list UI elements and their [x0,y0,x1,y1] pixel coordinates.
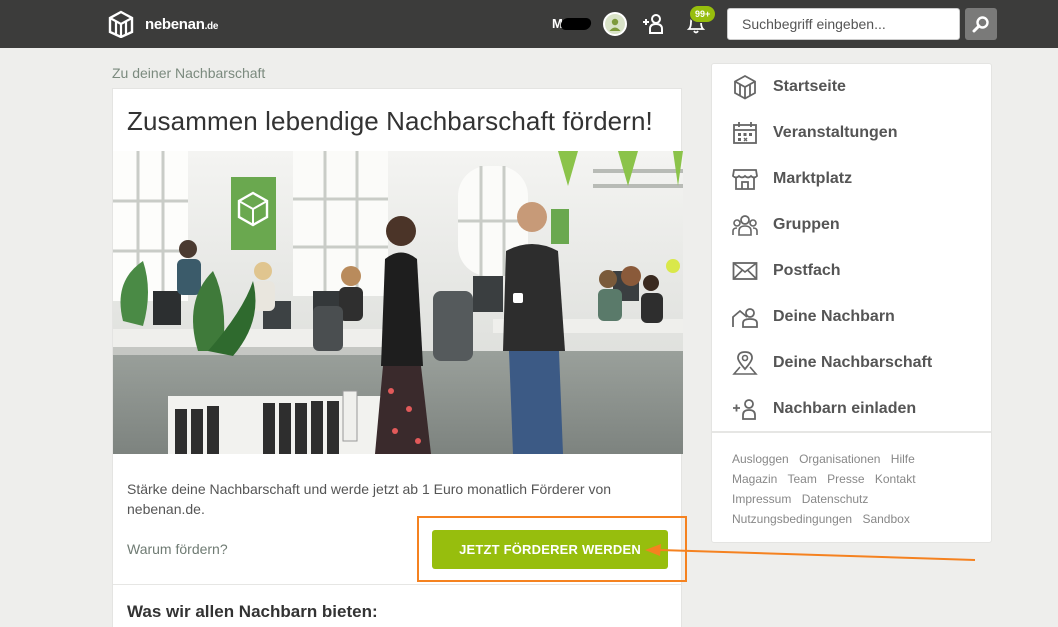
user-name[interactable]: M [552,16,592,31]
page-title: Zusammen lebendige Nachbarschaft fördern… [127,106,653,136]
invite-user-icon [732,396,758,422]
sidebar-divider [712,431,991,433]
notification-badge: 99+ [689,5,717,23]
why-support-link[interactable]: Warum fördern? [127,541,228,557]
footer-link-presse[interactable]: Presse [827,472,864,486]
sidebar-item-startseite[interactable]: Startseite [712,64,991,110]
sidebar-item-marktplatz[interactable]: Marktplatz [712,156,991,202]
sidebar-item-nachbarn-einladen[interactable]: Nachbarn einladen [712,386,991,432]
footer-link-organisationen[interactable]: Organisationen [799,452,880,466]
footer-link-kontakt[interactable]: Kontakt [875,472,916,486]
sidebar-item-label: Startseite [773,78,846,95]
sidebar-item-label: Deine Nachbarschaft [773,354,933,371]
footer-link-sandbox[interactable]: Sandbox [862,512,909,526]
sidebar-item-veranstaltungen[interactable]: Veranstaltungen [712,110,991,156]
search-input[interactable] [727,8,960,40]
calendar-icon [732,120,758,146]
footer-link-hilfe[interactable]: Hilfe [891,452,915,466]
footer-link-datenschutz[interactable]: Datenschutz [802,492,869,506]
annotation-highlight-box [417,516,687,582]
avatar[interactable] [603,12,627,36]
sidebar-item-deine-nachbarschaft[interactable]: Deine Nachbarschaft [712,340,991,386]
sidebar-item-label: Gruppen [773,216,840,233]
sidebar-item-label: Veranstaltungen [773,124,898,141]
redacted-name [559,17,592,30]
footer-link-ausloggen[interactable]: Ausloggen [732,452,789,466]
footer-link-magazin[interactable]: Magazin [732,472,777,486]
search-icon [972,16,989,33]
avatar-icon [609,18,621,31]
footer-link-team[interactable]: Team [787,472,816,486]
neighbors-icon [732,304,758,330]
sidebar-item-label: Nachbarn einladen [773,400,917,417]
sidebar-navigation: Startseite Veranstaltungen Marktplatz Gr… [711,63,992,543]
logo-text: nebenan [145,15,205,33]
envelope-icon [732,258,758,284]
sidebar-item-postfach[interactable]: Postfach [712,248,991,294]
section-heading: Was wir allen Nachbarn bieten: [127,602,378,621]
add-user-icon [643,14,663,34]
footer-link-impressum[interactable]: Impressum [732,492,791,506]
card-description: Stärke deine Nachbarschaft und werde jet… [127,481,612,517]
search-button[interactable] [965,8,997,40]
house-icon [732,74,758,100]
logo[interactable]: nebenan.de [107,10,218,38]
office-photo [113,151,683,454]
office-photo-illustration [113,151,683,454]
footer-links: Ausloggen Organisationen Hilfe Magazin T… [732,449,982,529]
sidebar-item-deine-nachbarn[interactable]: Deine Nachbarn [712,294,991,340]
shop-icon [732,166,758,192]
section-divider [113,584,681,585]
breadcrumb[interactable]: Zu deiner Nachbarschaft [112,65,265,81]
invite-neighbor-button[interactable] [641,12,665,41]
sidebar-item-label: Marktplatz [773,170,853,187]
sidebar-item-gruppen[interactable]: Gruppen [712,202,991,248]
map-pin-icon [732,350,758,376]
logo-suffix: .de [204,20,219,32]
top-navigation-bar: nebenan.de M 99+ [0,0,1058,48]
footer-link-nutzungsbedingungen[interactable]: Nutzungsbedingungen [732,512,852,526]
house-logo-icon [108,10,134,38]
sidebar-item-label: Postfach [773,262,841,279]
sidebar-item-label: Deine Nachbarn [773,308,895,325]
group-icon [732,212,758,238]
